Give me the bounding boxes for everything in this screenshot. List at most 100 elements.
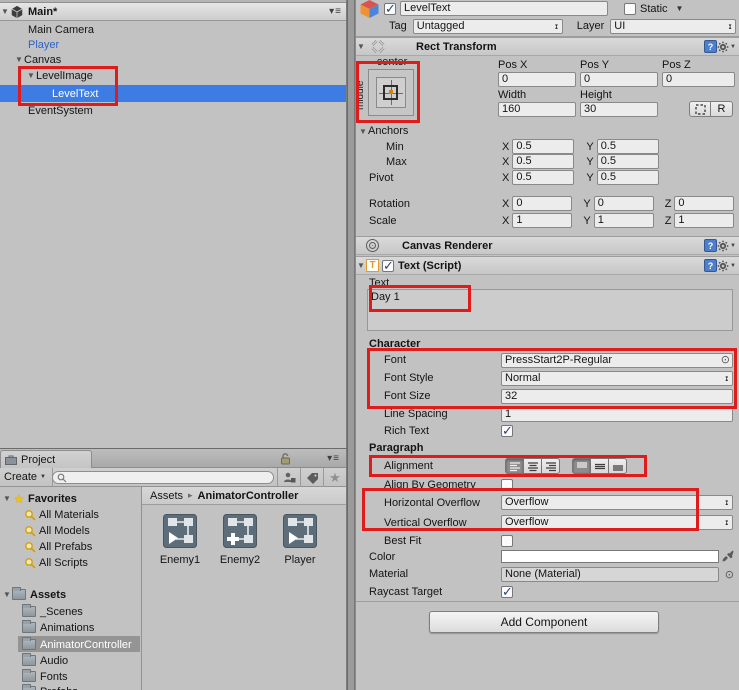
create-button[interactable]: Create ▼ — [0, 467, 53, 487]
pos-z-field[interactable]: 0 — [662, 72, 735, 87]
anchor-preset-widget[interactable] — [368, 69, 414, 116]
font-style-dropdown[interactable]: Normal — [501, 370, 733, 386]
vertical-overflow-dropdown[interactable]: Overflow — [501, 515, 733, 530]
eyedropper-icon[interactable] — [722, 550, 735, 563]
scale-x-field[interactable]: 1 — [512, 213, 573, 228]
static-checkbox[interactable] — [624, 2, 636, 15]
panel-divider[interactable] — [348, 0, 355, 690]
blueprint-mode-button[interactable] — [689, 101, 712, 117]
align-by-geometry-checkbox[interactable] — [501, 479, 513, 491]
tab-project[interactable]: Project — [0, 450, 92, 468]
raycast-target-checkbox[interactable] — [501, 584, 513, 600]
line-spacing-field[interactable]: 1 — [501, 406, 733, 422]
tree-animations[interactable]: Animations — [22, 620, 94, 635]
foldout-icon[interactable]: ▼ — [0, 7, 10, 16]
breadcrumb-current[interactable]: AnimatorController — [198, 490, 299, 502]
search-input[interactable] — [52, 471, 274, 484]
anchors-max-y-field[interactable]: 0.5 — [596, 154, 659, 169]
hierarchy-item-main-camera[interactable]: Main Camera — [28, 22, 94, 37]
help-icon[interactable] — [704, 259, 717, 272]
breadcrumb-root[interactable]: Assets — [150, 490, 183, 502]
foldout-icon[interactable]: ▼ — [358, 127, 368, 136]
scene-header-row[interactable]: ▼ Main* ▾≡ — [0, 3, 346, 21]
hierarchy-item-levelimage[interactable]: ▼ LevelImage — [26, 68, 93, 83]
tree-scenes[interactable]: _Scenes — [22, 604, 83, 619]
asset-player[interactable]: Player — [272, 514, 328, 566]
gear-icon[interactable]: ▼ — [717, 239, 736, 252]
pivot-x-field[interactable]: 0.5 — [512, 170, 575, 185]
anchors-min-x-field[interactable]: 0.5 — [512, 139, 575, 154]
gear-icon[interactable]: ▼ — [717, 259, 736, 272]
tag-dropdown[interactable]: Untagged — [412, 18, 563, 34]
scale-y-field[interactable]: 1 — [593, 213, 654, 228]
context-menu-icon[interactable]: ▾≡ — [327, 453, 340, 464]
object-picker-icon[interactable]: ⊙ — [725, 568, 734, 581]
tree-all-prefabs[interactable]: All Prefabs — [24, 539, 92, 554]
tree-animatorcontroller-selected[interactable]: AnimatorController — [18, 636, 140, 652]
foldout-icon[interactable]: ▼ — [2, 590, 12, 599]
anchors-max-x-field[interactable]: 0.5 — [512, 154, 575, 169]
hierarchy-item-eventsystem[interactable]: EventSystem — [28, 103, 93, 118]
name-field[interactable]: LevelText — [400, 1, 608, 16]
foldout-icon[interactable]: ▼ — [14, 55, 24, 64]
align-upper-button[interactable] — [572, 458, 591, 474]
tree-all-scripts[interactable]: All Scripts — [24, 555, 88, 570]
horizontal-overflow-dropdown[interactable]: Overflow — [501, 495, 733, 510]
lock-icon[interactable] — [280, 453, 291, 465]
rotation-x-field[interactable]: 0 — [512, 196, 573, 211]
help-icon[interactable] — [704, 40, 717, 53]
align-center-button[interactable] — [523, 458, 542, 474]
help-icon[interactable] — [704, 239, 717, 252]
component-enabled-checkbox[interactable] — [382, 258, 394, 274]
asset-enemy1[interactable]: Enemy1 — [152, 514, 208, 566]
scale-z-field[interactable]: 1 — [674, 213, 735, 228]
search-by-label-button[interactable] — [300, 468, 323, 487]
raw-edit-mode-button[interactable]: R — [710, 101, 733, 117]
tree-fonts[interactable]: Fonts — [22, 669, 68, 684]
hierarchy-item-leveltext-selected[interactable]: LevelText — [0, 85, 346, 102]
tree-all-models[interactable]: All Models — [24, 523, 90, 538]
hierarchy-item-player[interactable]: Player — [28, 37, 59, 52]
width-field[interactable]: 160 — [498, 102, 576, 117]
asset-enemy2[interactable]: Enemy2 — [212, 514, 268, 566]
text-value-area[interactable]: Day 1 — [367, 289, 733, 331]
font-size-field[interactable]: 32 — [501, 388, 733, 404]
active-checkbox[interactable] — [384, 1, 396, 17]
object-picker-icon[interactable]: ⊙ — [721, 354, 730, 367]
foldout-icon[interactable]: ▼ — [26, 71, 36, 80]
pos-x-field[interactable]: 0 — [498, 72, 576, 87]
tree-favorites[interactable]: ▼ ★ Favorites — [2, 491, 77, 506]
anchors-foldout[interactable]: ▼ Anchors — [358, 124, 408, 138]
favorite-star-button[interactable]: ★ — [323, 468, 346, 487]
context-menu-icon[interactable]: ▾≡ — [329, 6, 342, 17]
foldout-icon[interactable]: ▼ — [356, 261, 366, 270]
add-component-button[interactable]: Add Component — [429, 611, 659, 633]
tree-prefabs[interactable]: Prefabs — [22, 684, 78, 690]
search-by-type-button[interactable] — [277, 468, 300, 487]
align-right-button[interactable] — [541, 458, 560, 474]
rich-text-checkbox[interactable] — [501, 423, 513, 439]
layer-dropdown[interactable]: UI — [610, 18, 737, 34]
rect-transform-header[interactable]: ▼ Rect Transform ▼ — [356, 37, 739, 56]
align-lower-button[interactable] — [608, 458, 627, 474]
pivot-y-field[interactable]: 0.5 — [596, 170, 659, 185]
tree-audio[interactable]: Audio — [22, 653, 68, 668]
color-swatch[interactable] — [501, 550, 719, 563]
text-script-header[interactable]: ▼ Text (Script) ▼ — [356, 256, 739, 275]
static-dropdown-icon[interactable]: ▼ — [676, 4, 684, 13]
hierarchy-item-canvas[interactable]: ▼ Canvas — [14, 52, 61, 67]
rotation-y-field[interactable]: 0 — [593, 196, 654, 211]
anchors-min-y-field[interactable]: 0.5 — [596, 139, 659, 154]
tree-all-materials[interactable]: All Materials — [24, 507, 99, 522]
rotation-z-field[interactable]: 0 — [674, 196, 735, 211]
gear-icon[interactable]: ▼ — [717, 40, 736, 53]
foldout-icon[interactable]: ▼ — [356, 42, 366, 51]
foldout-icon[interactable]: ▼ — [2, 494, 12, 503]
height-field[interactable]: 30 — [580, 102, 658, 117]
material-object-field[interactable]: None (Material) — [501, 566, 719, 582]
pos-y-field[interactable]: 0 — [580, 72, 658, 87]
align-left-button[interactable] — [505, 458, 524, 474]
canvas-renderer-header[interactable]: Canvas Renderer ▼ — [356, 236, 739, 255]
font-object-field[interactable]: PressStart2P-Regular ⊙ — [501, 352, 733, 368]
tree-assets[interactable]: ▼ Assets — [2, 587, 66, 602]
